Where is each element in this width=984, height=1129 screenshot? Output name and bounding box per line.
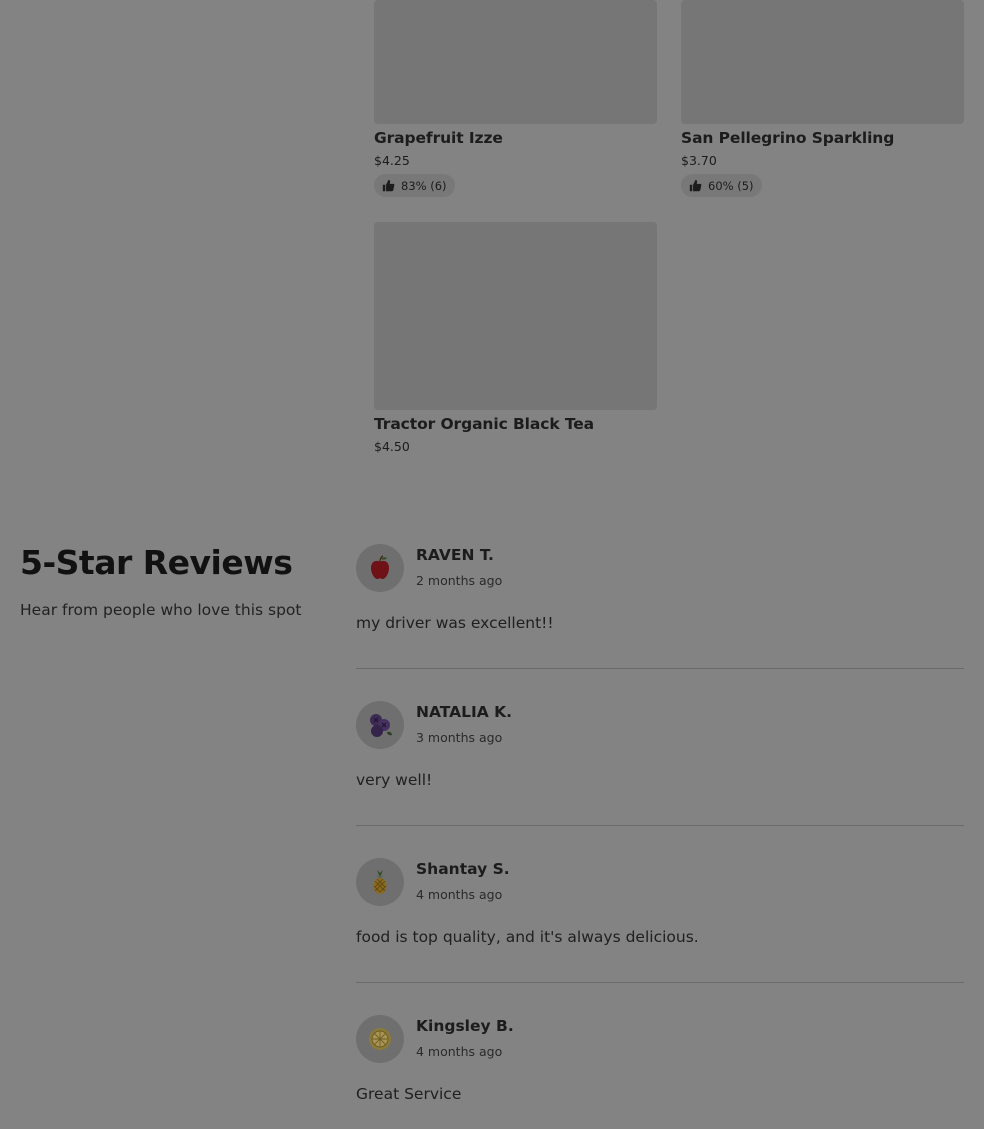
product-card[interactable]: Tractor Organic Black Tea $4.50	[374, 222, 657, 454]
avatar	[356, 544, 404, 592]
thumbs-up-icon	[689, 179, 702, 192]
product-price: $3.70	[681, 153, 717, 168]
review-author: Kingsley B.	[416, 1017, 514, 1035]
review-text: very well!	[356, 771, 433, 789]
review-text: my driver was excellent!!	[356, 614, 554, 632]
product-price: $4.25	[374, 153, 410, 168]
rating-badge: 60% (5)	[681, 174, 762, 197]
avatar	[356, 701, 404, 749]
divider	[356, 668, 964, 669]
apple-icon	[371, 555, 389, 579]
review-date: 2 months ago	[416, 573, 503, 588]
reviews-subtitle: Hear from people who love this spot	[20, 601, 302, 619]
avatar	[356, 1015, 404, 1063]
product-image	[681, 0, 964, 124]
product-price: $4.50	[374, 439, 410, 454]
review-text: food is top quality, and it's always del…	[356, 928, 699, 946]
avatar	[356, 858, 404, 906]
rating-text: 60% (5)	[708, 178, 754, 193]
lemon-icon	[369, 1028, 391, 1050]
pineapple-icon	[373, 870, 387, 894]
product-name: Grapefruit Izze	[374, 129, 503, 147]
review-author: NATALIA K.	[416, 703, 513, 721]
review-date: 3 months ago	[416, 730, 503, 745]
review-author: Shantay S.	[416, 860, 510, 878]
thumbs-up-icon	[382, 179, 395, 192]
review-date: 4 months ago	[416, 887, 503, 902]
divider	[356, 982, 964, 983]
blueberry-icon	[370, 714, 392, 737]
product-name: San Pellegrino Sparkling	[681, 129, 895, 147]
divider	[356, 825, 964, 826]
review-author: RAVEN T.	[416, 546, 494, 564]
rating-badge: 83% (6)	[374, 174, 455, 197]
rating-text: 83% (6)	[401, 178, 447, 193]
review-text: Great Service	[356, 1085, 462, 1103]
reviews-heading: 5-Star Reviews	[20, 543, 293, 582]
product-name: Tractor Organic Black Tea	[374, 415, 595, 433]
review-date: 4 months ago	[416, 1044, 503, 1059]
product-image	[374, 0, 657, 124]
product-image	[374, 222, 657, 410]
product-card[interactable]: San Pellegrino Sparkling $3.70 60% (5)	[681, 0, 964, 197]
product-card[interactable]: Grapefruit Izze $4.25 83% (6)	[374, 0, 657, 197]
